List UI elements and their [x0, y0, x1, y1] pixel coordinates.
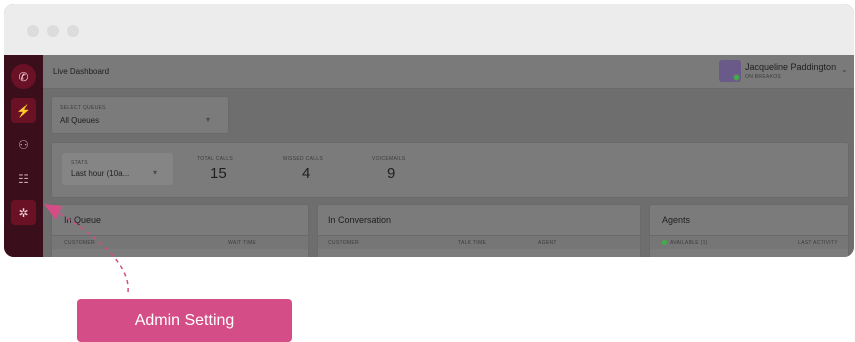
callout-arrow-line [57, 211, 129, 293]
callout-label: Admin Setting [134, 311, 235, 329]
arrow-head-icon [44, 204, 62, 220]
callout-arrow [44, 204, 129, 293]
admin-setting-callout: Admin Setting [77, 299, 292, 342]
